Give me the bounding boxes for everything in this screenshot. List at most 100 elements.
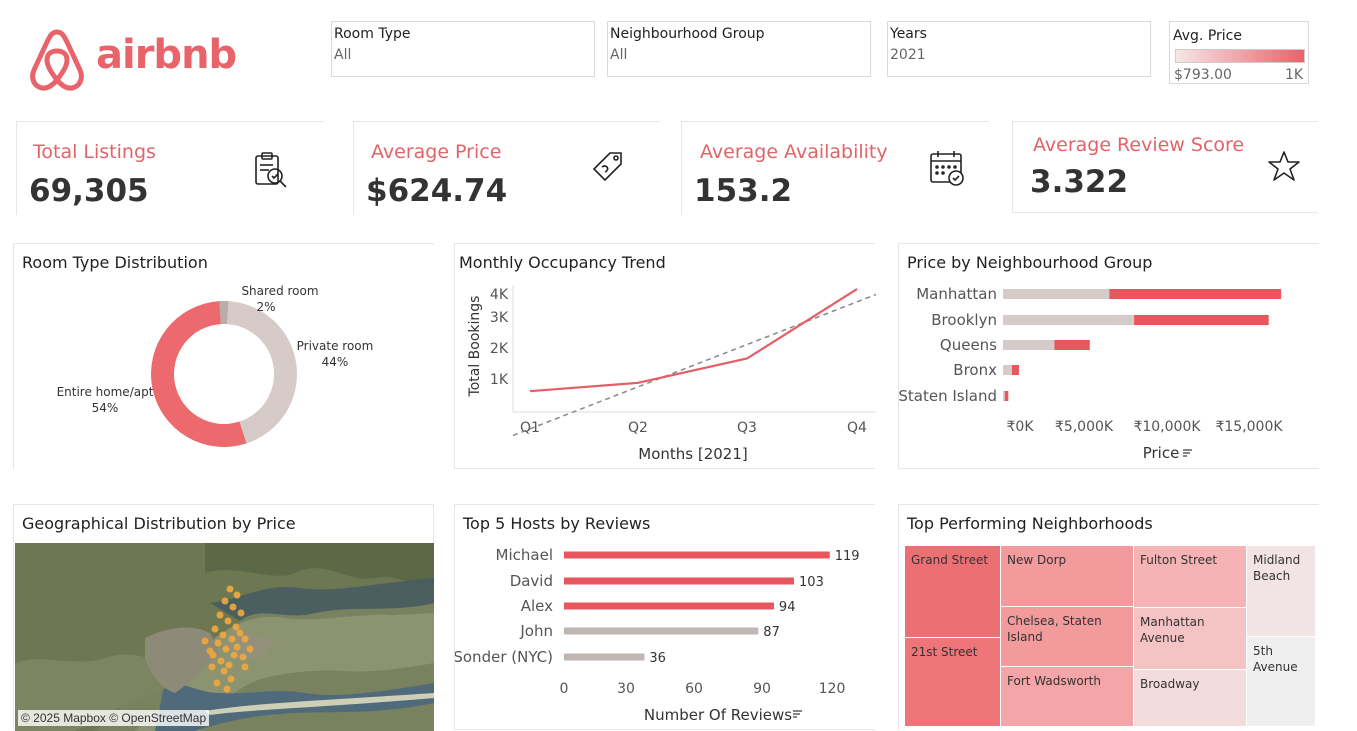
listing-dot <box>227 675 235 683</box>
filter-neighbourhood-group[interactable]: Neighbourhood Group All <box>607 21 871 77</box>
filter-years[interactable]: Years 2021 <box>887 21 1151 77</box>
bar-segment[interactable] <box>1054 340 1090 350</box>
bar-segment[interactable] <box>1134 315 1269 325</box>
x-tick: 120 <box>819 681 846 697</box>
treemap-cell[interactable]: Manhattan Avenue <box>1133 607 1247 670</box>
kpi-average-review-score: Average Review Score 3.322 <box>1012 121 1318 213</box>
x-tick: ₹0K <box>1007 419 1035 435</box>
x-tick: Q1 <box>520 420 540 436</box>
listing-dot <box>233 643 241 651</box>
treemap-cell[interactable]: 21st Street <box>904 637 1001 727</box>
bar[interactable] <box>564 577 795 585</box>
category-label: Bronx <box>953 361 997 379</box>
filter-value: All <box>334 47 352 63</box>
airbnb-logo: airbnb <box>26 26 237 92</box>
listing-dot <box>241 663 249 671</box>
donut-slice[interactable] <box>227 301 297 444</box>
category-label: Sonder (NYC) <box>455 648 553 666</box>
panel-title: Geographical Distribution by Price <box>22 514 296 533</box>
geo-panel: Geographical Distribution by Price © 202… <box>13 504 434 731</box>
bar-segment[interactable] <box>1003 391 1005 401</box>
sort-icon[interactable] <box>1183 449 1192 457</box>
donut-slice[interactable] <box>219 301 229 325</box>
line-chart: 1K 2K 3K 4K Total Bookings Q1 Q2 Q3 Q4 M… <box>467 285 876 463</box>
treemap-cell[interactable]: New Dorp <box>1000 545 1134 607</box>
hosts-bar-chart: Michael 119 David 103 Alex 94 John 87 Sonder (NY… <box>455 546 860 724</box>
bar[interactable] <box>564 602 774 610</box>
bar-segment[interactable] <box>1109 289 1282 299</box>
treemap-cell[interactable]: Fort Wadsworth <box>1000 666 1134 727</box>
x-tick: 0 <box>560 681 569 697</box>
top-hosts-panel: Top 5 Hosts by Reviews Michael 119 David 10… <box>454 504 875 730</box>
category-label: David <box>510 572 553 590</box>
airbnb-logo-icon <box>30 29 84 91</box>
legend-gradient <box>1175 49 1305 63</box>
clipboard-check-icon <box>255 152 287 188</box>
x-tick: 90 <box>753 681 771 697</box>
listing-dot <box>224 617 232 625</box>
sort-icon[interactable] <box>793 710 802 718</box>
bar[interactable] <box>564 653 645 661</box>
listing-dot <box>220 667 228 675</box>
data-label: 94 <box>779 600 796 615</box>
bar-segment[interactable] <box>1004 391 1009 401</box>
slice-label-shared-room: Shared room <box>241 284 318 298</box>
listing-dot <box>214 639 222 647</box>
x-axis-label: Months [2021] <box>638 445 747 463</box>
x-tick: ₹10,000K <box>1133 419 1201 435</box>
listing-dot <box>232 623 240 631</box>
slice-label-entire-home: Entire home/apt <box>57 385 154 399</box>
category-label: John <box>519 622 553 640</box>
slice-pct-shared-room: 2% <box>256 300 275 314</box>
y-tick: 3K <box>490 310 509 326</box>
category-label: Manhattan <box>916 285 997 303</box>
listing-dot <box>241 635 249 643</box>
bar-segment[interactable] <box>1011 365 1019 375</box>
donut-chart: Shared room 2% Private room 44% Entire h… <box>57 284 373 448</box>
treemap-cell[interactable]: Chelsea, Staten Island <box>1000 606 1134 667</box>
listing-dot <box>230 651 238 659</box>
category-label: Alex <box>521 597 553 615</box>
star-outline-icon <box>1268 151 1300 181</box>
filter-value: All <box>610 47 628 63</box>
kpi-title: Average Availability <box>700 141 888 163</box>
panel-title: Top Performing Neighborhoods <box>907 514 1153 533</box>
bar-segment[interactable] <box>1003 365 1012 375</box>
slice-pct-private-room: 44% <box>322 355 349 369</box>
kpi-value: $624.74 <box>366 173 508 209</box>
stacked-bar-chart: Manhattan Brooklyn Queens Bronx Staten Islan… <box>899 285 1283 462</box>
listing-dot <box>217 657 225 665</box>
category-label: Brooklyn <box>931 311 997 329</box>
treemap-cell[interactable]: 5th Avenue <box>1246 636 1316 727</box>
bar-segment[interactable] <box>1003 289 1110 299</box>
kpi-value: 69,305 <box>29 173 149 209</box>
listing-dot <box>228 635 236 643</box>
bar[interactable] <box>564 551 830 559</box>
treemap-cell[interactable]: Broadway <box>1133 669 1247 727</box>
listing-dot <box>208 663 216 671</box>
listing-dot <box>225 661 233 669</box>
filter-room-type[interactable]: Room Type All <box>331 21 595 77</box>
kpi-title: Average Price <box>371 141 502 163</box>
listing-dot <box>221 597 229 605</box>
price-by-group-panel: Price by Neighbourhood Group Manhattan Br… <box>898 243 1319 469</box>
room-type-panel: Room Type Distribution Shared room 2% Pr… <box>13 243 434 469</box>
y-axis-label: Total Bookings <box>467 296 483 398</box>
legend-title: Avg. Price <box>1173 28 1242 44</box>
x-axis-label: Price <box>1143 444 1180 462</box>
map-imagery <box>15 543 434 731</box>
kpi-average-availability: Average Availability 153.2 <box>681 121 989 215</box>
x-axis-label: Number Of Reviews <box>644 706 792 724</box>
bar[interactable] <box>564 627 759 635</box>
listing-dot <box>223 685 231 693</box>
treemap-cell[interactable]: Fulton Street <box>1133 545 1247 608</box>
bar-segment[interactable] <box>1003 315 1135 325</box>
treemap-cell[interactable]: Grand Street <box>904 545 1001 638</box>
bar-segment[interactable] <box>1003 340 1055 350</box>
treemap-cell[interactable]: Midland Beach <box>1246 545 1316 637</box>
listing-dot <box>237 609 245 617</box>
category-label: Michael <box>496 546 553 564</box>
x-tick: Q2 <box>628 420 648 436</box>
map[interactable]: © 2025 Mapbox © OpenStreetMap <box>15 543 434 731</box>
listing-dot <box>206 647 214 655</box>
